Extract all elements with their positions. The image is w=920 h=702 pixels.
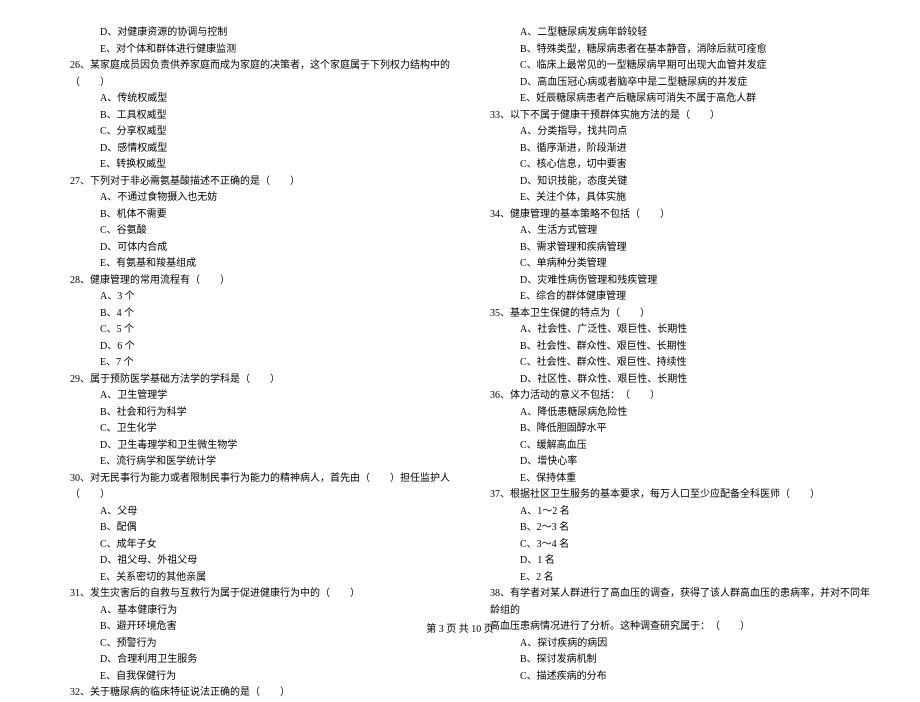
option-text: A、不通过食物摄入也无妨: [50, 190, 450, 207]
page-footer: 第 3 页 共 10 页: [0, 620, 920, 635]
option-text: A、卫生管理学: [50, 388, 450, 405]
option-text: B、配偶: [50, 520, 450, 537]
option-text: B、社会性、群众性、艰巨性、长期性: [470, 339, 870, 356]
left-column: D、对健康资源的协调与控制 E、对个体和群体进行健康监测 26、某家庭成员因负责…: [50, 25, 450, 605]
option-text: E、2 名: [470, 570, 870, 587]
option-text: A、生活方式管理: [470, 223, 870, 240]
option-text: C、谷氨酸: [50, 223, 450, 240]
option-text: C、缓解高血压: [470, 438, 870, 455]
option-text: B、4 个: [50, 306, 450, 323]
option-text: A、3 个: [50, 289, 450, 306]
question-26: 26、某家庭成员因负责供养家庭而成为家庭的决策者，这个家庭属于下列权力结构中的（…: [50, 58, 450, 91]
option-text: A、基本健康行为: [50, 603, 450, 620]
option-text: D、可体内合成: [50, 240, 450, 257]
option-text: B、社会和行为科学: [50, 405, 450, 422]
question-35: 35、基本卫生保健的特点为（ ）: [470, 306, 870, 323]
option-text: D、知识技能，态度关键: [470, 174, 870, 191]
question-38: 38、有学者对某人群进行了高血压的调查，获得了该人群高血压的患病率，并对不同年龄…: [470, 586, 870, 619]
option-text: E、保持体重: [470, 471, 870, 488]
question-30: 30、对无民事行为能力或者限制民事行为能力的精神病人，首先由（ ）担任监护人（ …: [50, 471, 450, 504]
option-text: D、感情权威型: [50, 141, 450, 158]
option-text: E、7 个: [50, 355, 450, 372]
question-28: 28、健康管理的常用流程有（ ）: [50, 273, 450, 290]
option-text: E、关系密切的其他亲属: [50, 570, 450, 587]
option-text: E、有氨基和羧基组成: [50, 256, 450, 273]
option-text: C、分享权威型: [50, 124, 450, 141]
option-text: A、传统权威型: [50, 91, 450, 108]
option-text: A、父母: [50, 504, 450, 521]
option-text: E、妊辰糖尿病患者产后糖尿病可消失不属于高危人群: [470, 91, 870, 108]
right-column: A、二型糖尿病发病年龄较轻 B、特殊类型，糖尿病患者在基本静音，消除后就可痊愈 …: [470, 25, 870, 605]
option-text: B、循序渐进，阶段渐进: [470, 141, 870, 158]
option-text: A、二型糖尿病发病年龄较轻: [470, 25, 870, 42]
exam-content: D、对健康资源的协调与控制 E、对个体和群体进行健康监测 26、某家庭成员因负责…: [50, 25, 870, 605]
option-text: C、核心信息，切中要害: [470, 157, 870, 174]
option-text: A、社会性、广泛性、艰巨性、长期性: [470, 322, 870, 339]
question-33: 33、以下不属于健康干预群体实施方法的是（ ）: [470, 108, 870, 125]
question-29: 29、属于预防医学基础方法学的学科是（ ）: [50, 372, 450, 389]
question-27: 27、下列对于非必需氨基酸描述不正确的是（ ）: [50, 174, 450, 191]
option-text: D、合理利用卫生服务: [50, 652, 450, 669]
option-text: C、3～4 名: [470, 537, 870, 554]
option-text: B、机体不需要: [50, 207, 450, 224]
option-text: D、灾难性病伤管理和残疾管理: [470, 273, 870, 290]
option-text: C、社会性、群众性、艰巨性、持续性: [470, 355, 870, 372]
option-text: D、高血压冠心病或者脑卒中是二型糖尿病的并发症: [470, 75, 870, 92]
option-text: D、6 个: [50, 339, 450, 356]
question-36: 36、体力活动的意义不包括： （ ）: [470, 388, 870, 405]
option-text: A、降低患糖尿病危险性: [470, 405, 870, 422]
option-text: D、祖父母、外祖父母: [50, 553, 450, 570]
question-37: 37、根据社区卫生服务的基本要求，每万人口至少应配备全科医师（ ）: [470, 487, 870, 504]
option-text: E、自我保健行为: [50, 669, 450, 686]
option-text: D、对健康资源的协调与控制: [50, 25, 450, 42]
option-text: C、5 个: [50, 322, 450, 339]
option-text: D、增快心率: [470, 454, 870, 471]
option-text: C、单病种分类管理: [470, 256, 870, 273]
option-text: D、1 名: [470, 553, 870, 570]
option-text: B、工具权威型: [50, 108, 450, 125]
option-text: E、综合的群体健康管理: [470, 289, 870, 306]
option-text: B、特殊类型，糖尿病患者在基本静音，消除后就可痊愈: [470, 42, 870, 59]
question-32: 32、关于糖尿病的临床特征说法正确的是（ ）: [50, 685, 450, 702]
option-text: C、临床上最常见的一型糖尿病早期可出现大血管并发症: [470, 58, 870, 75]
option-text: B、2～3 名: [470, 520, 870, 537]
option-text: B、探讨发病机制: [470, 652, 870, 669]
option-text: E、转换权威型: [50, 157, 450, 174]
question-31: 31、发生灾害后的自救与互救行为属于促进健康行为中的（ ）: [50, 586, 450, 603]
option-text: A、1～2 名: [470, 504, 870, 521]
option-text: A、分类指导，找共同点: [470, 124, 870, 141]
option-text: C、成年子女: [50, 537, 450, 554]
option-text: B、降低胆固醇水平: [470, 421, 870, 438]
option-text: D、社区性、群众性、艰巨性、长期性: [470, 372, 870, 389]
option-text: D、卫生毒理学和卫生微生物学: [50, 438, 450, 455]
option-text: C、卫生化学: [50, 421, 450, 438]
option-text: C、描述疾病的分布: [470, 669, 870, 686]
option-text: E、关注个体，具体实施: [470, 190, 870, 207]
option-text: E、对个体和群体进行健康监测: [50, 42, 450, 59]
option-text: B、需求管理和疾病管理: [470, 240, 870, 257]
question-34: 34、健康管理的基本策略不包括（ ）: [470, 207, 870, 224]
option-text: E、流行病学和医学统计学: [50, 454, 450, 471]
